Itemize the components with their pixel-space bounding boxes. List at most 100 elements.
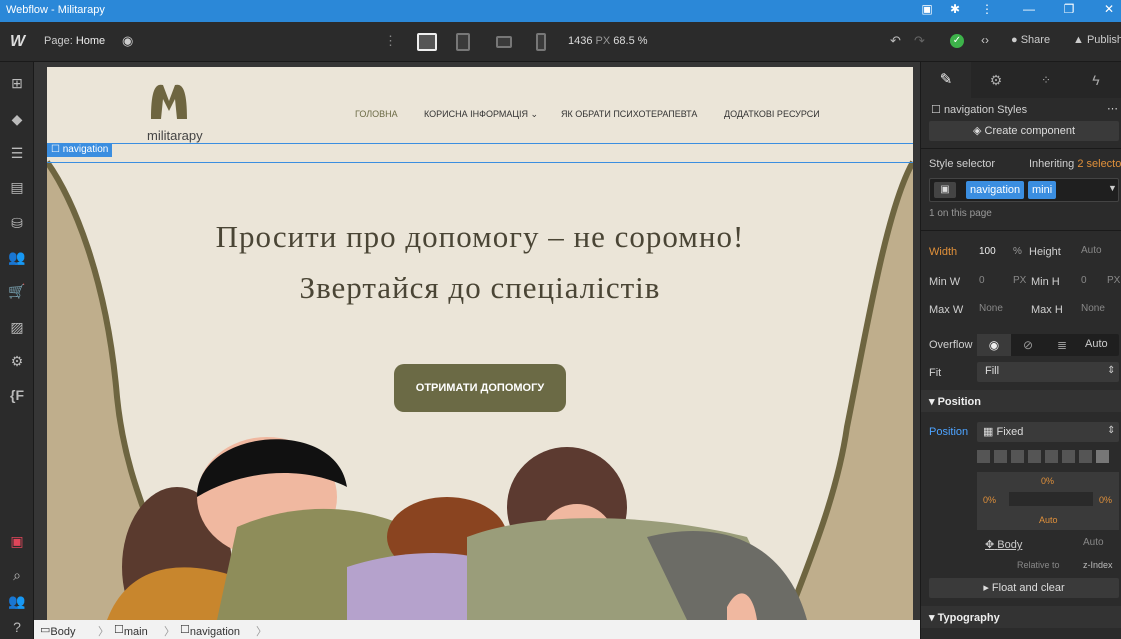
selector-type-icon[interactable]: ▣ — [934, 182, 956, 198]
typography-section-header[interactable]: ▾ Typography — [921, 606, 1121, 628]
style-manager-icon[interactable]: ⁘ — [1021, 62, 1071, 98]
offset-top[interactable]: 0% — [1041, 476, 1054, 486]
offset-right[interactable]: 0% — [1099, 495, 1112, 505]
maximize-icon[interactable]: ❐ — [1058, 2, 1080, 20]
style-selector-field[interactable]: ▣ navigation mini ▼ — [929, 178, 1119, 202]
min-height-unit[interactable]: PX — [1107, 272, 1120, 290]
navigator-icon[interactable]: ☰ — [0, 140, 34, 166]
overflow-hidden-icon[interactable]: ⊘ — [1011, 334, 1045, 356]
interactions-icon[interactable]: ϟ — [1071, 62, 1121, 98]
site-logo-mark[interactable] — [147, 81, 191, 121]
min-width-unit[interactable]: PX — [1013, 272, 1026, 290]
puzzle-icon[interactable]: ✱ — [944, 2, 966, 20]
help-icon[interactable]: ? — [0, 614, 34, 639]
record-icon[interactable]: ▣ — [0, 528, 34, 554]
translate-icon[interactable]: ▣ — [916, 2, 938, 20]
breadcrumb-main[interactable]: ☐ main — [114, 623, 148, 638]
min-width-input[interactable]: 0 — [979, 272, 985, 290]
more-vertical-icon[interactable]: ⋮ — [384, 33, 397, 49]
position-section-header[interactable]: ▾ Position — [921, 390, 1121, 412]
hero-headline-1: Просити про допомогу – не соромно! — [215, 219, 745, 254]
desktop-breakpoint-icon[interactable] — [417, 33, 437, 51]
preview-eye-icon[interactable]: ◉ — [122, 33, 133, 49]
minimize-icon[interactable]: — — [1018, 2, 1040, 20]
width-label[interactable]: Width — [929, 246, 957, 258]
max-width-label[interactable]: Max W — [929, 304, 963, 316]
preset-bottom-right-icon[interactable] — [1028, 450, 1041, 463]
preset-top-left-icon[interactable] — [977, 450, 990, 463]
inheriting-info[interactable]: Inheriting 2 selectors — [1029, 158, 1121, 170]
share-button[interactable]: ● Share — [1011, 34, 1050, 46]
breadcrumb-navigation[interactable]: ☐ navigation — [180, 623, 240, 638]
max-height-label[interactable]: Max H — [1031, 304, 1063, 316]
more-vertical-icon[interactable]: ⋮ — [976, 2, 998, 20]
nav-link-home[interactable]: ГОЛОВНА — [355, 109, 398, 119]
chevron-down-icon[interactable]: ▼ — [1108, 183, 1117, 193]
page-selector[interactable]: Page: Home — [44, 35, 105, 47]
offset-bottom[interactable]: Auto — [1039, 515, 1058, 525]
webflow-logo[interactable]: W — [10, 33, 25, 51]
relative-element-link[interactable]: ✥ Body — [985, 538, 1022, 551]
site-logo-text[interactable]: militarapy — [147, 128, 203, 143]
class-pill-mini[interactable]: mini — [1028, 181, 1057, 199]
assets-icon[interactable]: ▨ — [0, 314, 34, 340]
navigation-selection-badge[interactable]: ☐ navigation — [47, 143, 113, 157]
search-icon[interactable]: ⌕ — [0, 562, 34, 588]
undo-icon[interactable]: ↶ — [890, 33, 901, 49]
style-brush-icon[interactable]: ✎ — [921, 62, 971, 98]
max-height-input[interactable]: None — [1081, 300, 1105, 318]
pages-icon[interactable]: ▤ — [0, 174, 34, 200]
close-icon[interactable]: ✕ — [1098, 2, 1120, 20]
nav-link-useful-info[interactable]: КОРИСНА ІНФОРМАЦІЯ ⌄ — [424, 109, 538, 120]
class-pill-navigation[interactable]: navigation — [966, 181, 1025, 199]
cms-icon[interactable]: ⛁ — [0, 210, 34, 236]
symbols-icon[interactable]: ◆ — [0, 106, 34, 132]
preset-bottom-left-icon[interactable] — [1011, 450, 1024, 463]
mobile-landscape-icon[interactable] — [496, 36, 512, 48]
width-input[interactable]: 100 — [979, 246, 996, 257]
select-arrows-icon: ⇕ — [1107, 425, 1116, 436]
preset-right-icon[interactable] — [1062, 450, 1075, 463]
collaborators-icon[interactable]: 👥 — [0, 588, 34, 614]
preset-top-right-icon[interactable] — [994, 450, 1007, 463]
mobile-portrait-icon[interactable] — [536, 33, 546, 51]
publish-button[interactable]: ▲ Publish — [1073, 34, 1121, 46]
get-help-button[interactable]: ОТРИМАТИ ДОПОМОГУ — [394, 364, 566, 412]
ecommerce-icon[interactable]: 🛒 — [0, 278, 34, 304]
settings-icon[interactable]: ⚙ — [0, 348, 34, 374]
caret-down-icon: ▾ — [929, 396, 935, 408]
offset-left[interactable]: 0% — [983, 495, 996, 505]
min-width-label[interactable]: Min W — [929, 276, 960, 288]
more-icon[interactable]: ⋯ — [1107, 102, 1118, 115]
nav-link-choose-therapist[interactable]: ЯК ОБРАТИ ПСИХОТЕРАПЕВТА — [561, 109, 697, 119]
overflow-visible-icon[interactable]: ◉ — [977, 334, 1011, 356]
position-label[interactable]: Position — [929, 426, 968, 438]
nav-link-resources[interactable]: ДОДАТКОВІ РЕСУРСИ — [724, 109, 820, 119]
min-height-label[interactable]: Min H — [1031, 276, 1060, 288]
height-label[interactable]: Height — [1029, 246, 1061, 258]
fit-select[interactable]: Fill ⇕ — [977, 362, 1119, 382]
position-select[interactable]: ▦ Fixed ⇕ — [977, 422, 1119, 442]
min-height-input[interactable]: 0 — [1081, 272, 1087, 290]
preset-bottom-icon[interactable] — [1079, 450, 1092, 463]
element-settings-icon[interactable]: ⚙ — [971, 62, 1021, 98]
height-input[interactable]: Auto — [1081, 242, 1102, 260]
site-page[interactable]: militarapy ГОЛОВНА КОРИСНА ІНФОРМАЦІЯ ⌄ … — [47, 67, 913, 620]
variables-icon[interactable]: {F — [0, 382, 34, 408]
redo-icon[interactable]: ↷ — [914, 33, 925, 49]
users-icon[interactable]: 👥 — [0, 244, 34, 270]
preset-left-icon[interactable] — [1045, 450, 1058, 463]
code-icon[interactable]: ‹› — [981, 33, 989, 47]
element-styles-title: ☐ navigation Styles — [931, 104, 1028, 116]
zindex-input[interactable]: Auto — [1083, 534, 1104, 552]
tablet-breakpoint-icon[interactable] — [456, 33, 470, 51]
max-width-input[interactable]: None — [979, 300, 1003, 318]
width-unit[interactable]: % — [1013, 246, 1022, 257]
preset-top-icon[interactable] — [1096, 450, 1109, 463]
breadcrumb-body[interactable]: ▭ Body — [40, 623, 75, 638]
float-clear-toggle[interactable]: ▸ Float and clear — [929, 578, 1119, 598]
create-component-button[interactable]: ◈ Create component — [929, 121, 1119, 141]
overflow-auto-option[interactable]: Auto — [1085, 338, 1108, 350]
overflow-scroll-icon[interactable]: ≣ — [1045, 334, 1079, 356]
add-elements-icon[interactable]: ⊞ — [0, 70, 34, 96]
